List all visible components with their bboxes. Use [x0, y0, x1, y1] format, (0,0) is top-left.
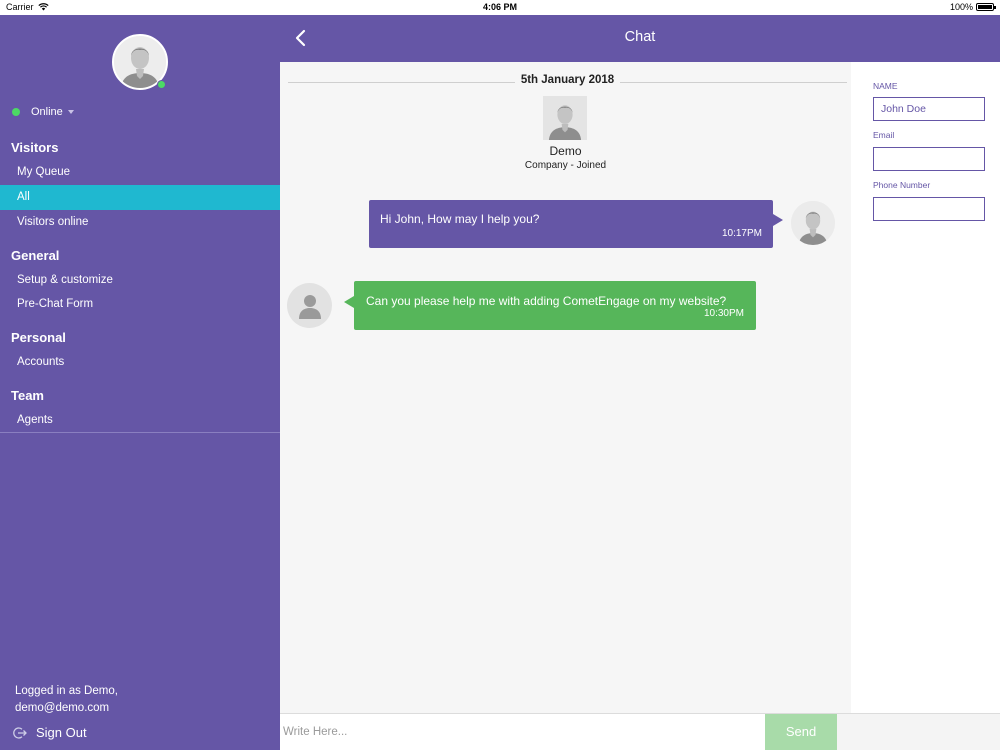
profile-avatar-wrap[interactable]	[112, 34, 168, 90]
sidebar-item-my-queue[interactable]: My Queue	[0, 160, 280, 185]
section-title-personal: Personal	[11, 330, 66, 345]
section-title-team: Team	[11, 388, 44, 403]
battery-indicator: 100%	[949, 2, 996, 12]
user-silhouette-icon	[298, 294, 321, 319]
message-text: Can you please help me with adding Comet…	[366, 294, 727, 308]
sign-out-label: Sign Out	[36, 725, 87, 740]
email-label: Email	[873, 130, 895, 140]
battery-icon	[976, 3, 996, 11]
phone-field[interactable]	[873, 197, 985, 221]
logged-in-line: Logged in as Demo,	[15, 685, 118, 697]
message-timestamp: 10:30PM	[703, 308, 744, 319]
sign-out-icon	[13, 726, 27, 739]
message-input[interactable]	[280, 714, 765, 750]
status-label: Online	[31, 106, 63, 118]
sidebar-item-setup-customize[interactable]: Setup & customize	[0, 268, 280, 293]
agent-avatar	[791, 201, 835, 245]
sidebar-divider	[0, 432, 280, 433]
sidebar: Online Visitors My Queue All Visitors on…	[0, 15, 280, 750]
section-title-general: General	[11, 248, 60, 263]
outgoing-message[interactable]: Hi John, How may I help you? 10:17PM	[369, 200, 783, 248]
user-avatar-icon	[543, 96, 587, 140]
online-status-dot	[12, 108, 20, 116]
chevron-down-icon	[67, 110, 74, 114]
user-avatar-icon	[791, 201, 835, 245]
page-title: Chat	[624, 29, 656, 45]
message-text: Hi John, How may I help you?	[380, 212, 540, 226]
joined-user-avatar	[543, 96, 587, 140]
online-indicator-dot	[157, 80, 166, 89]
visitor-avatar	[287, 283, 332, 328]
incoming-message[interactable]: Can you please help me with adding Comet…	[344, 281, 756, 330]
battery-percent: 100%	[949, 2, 973, 12]
status-bar: Carrier 4:06 PM 100%	[0, 0, 1000, 15]
chat-header: Chat	[280, 15, 1000, 62]
date-label: 5th January 2018	[514, 74, 621, 86]
phone-label: Phone Number	[873, 180, 931, 190]
message-timestamp: 10:17PM	[721, 228, 762, 239]
status-time: 4:06 PM	[482, 2, 517, 12]
logged-in-info: Logged in as Demo, demo@demo.com	[15, 683, 118, 717]
status-dropdown[interactable]: Online	[12, 106, 74, 118]
name-label: NAME	[873, 81, 898, 91]
section-title-visitors: Visitors	[11, 140, 59, 155]
sign-out-button[interactable]: Sign Out	[13, 725, 87, 740]
visitor-info-panel: NAME Email Phone Number	[851, 62, 1000, 713]
name-field[interactable]	[873, 97, 985, 121]
sidebar-item-accounts[interactable]: Accounts	[0, 350, 280, 375]
chat-transcript[interactable]: 5th January 2018 Demo Company - Joined H…	[280, 62, 851, 713]
email-field[interactable]	[873, 147, 985, 171]
joined-user-name: Demo	[549, 144, 582, 158]
date-label-wrap: 5th January 2018	[288, 74, 847, 86]
joined-status: Company - Joined	[524, 160, 607, 171]
sidebar-item-pre-chat-form[interactable]: Pre-Chat Form	[0, 292, 280, 317]
sidebar-item-all[interactable]: All	[0, 185, 280, 210]
sidebar-item-agents[interactable]: Agents	[0, 408, 280, 433]
sidebar-item-visitors-online[interactable]: Visitors online	[0, 210, 280, 235]
compose-bar: Send	[280, 713, 1000, 750]
logged-in-email: demo@demo.com	[15, 702, 110, 714]
date-separator: 5th January 2018	[288, 73, 847, 90]
send-button[interactable]: Send	[765, 714, 837, 750]
